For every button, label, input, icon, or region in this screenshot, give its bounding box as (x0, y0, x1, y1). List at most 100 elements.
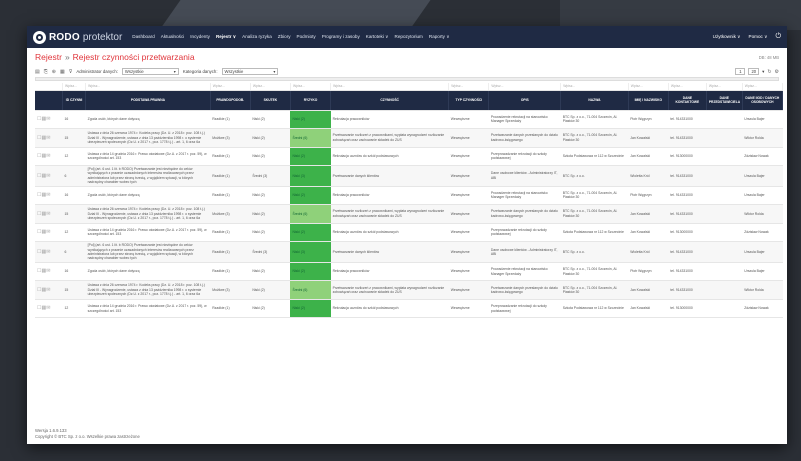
mail-icon[interactable]: ✉ (46, 305, 50, 311)
row-actions[interactable]: ☐▦✉ (35, 280, 63, 300)
mail-icon[interactable]: ✉ (46, 116, 50, 122)
cell-id: 16 (62, 110, 86, 129)
mail-icon[interactable]: ✉ (46, 229, 50, 235)
table-row[interactable]: ☐▦✉ 15 Ustawa z dnia 26 czerwca 1974 r. Ko… (35, 128, 783, 148)
column-header[interactable]: PODSTAWA PRAWNA (85, 90, 211, 111)
mail-icon[interactable]: ✉ (46, 153, 50, 159)
nav-item[interactable]: Incydenty (190, 34, 210, 40)
column-header[interactable]: PRAWDOPODOB. (210, 90, 251, 111)
mail-icon[interactable]: ✉ (46, 192, 50, 198)
table-row[interactable]: ☐▦✉ 6 [Pol] (art. 6 ust. 1 lit. b RODO) Pr… (35, 165, 783, 187)
column-header[interactable]: NAZWA (560, 90, 629, 111)
row-actions[interactable]: ☐▦✉ (35, 241, 63, 263)
row-actions[interactable]: ☐▦✉ (35, 110, 63, 129)
mail-icon[interactable]: ✉ (46, 249, 50, 255)
row-actions[interactable]: ☐▦✉ (35, 262, 63, 282)
category-select[interactable]: Wszystkie ▾ (221, 68, 279, 75)
nav-item[interactable]: Kartoteki ∨ (366, 34, 389, 40)
columns-icon[interactable]: ▤ (35, 69, 40, 75)
row-actions[interactable]: ☐▦✉ (35, 299, 63, 319)
nav-item[interactable]: Zbiory (278, 34, 291, 40)
user-menu[interactable]: Użytkownik ∨ (713, 34, 741, 40)
column-header[interactable]: DANE PRZEDSTAWICIELA (706, 90, 743, 111)
cell-id: 16 (62, 186, 86, 206)
xls-icon[interactable]: ⎘ (44, 69, 48, 75)
column-filter-input[interactable]: Wpisz... (210, 83, 251, 91)
nav-item[interactable]: Aktualności (161, 34, 185, 40)
table-row[interactable]: ☐▦✉ 16 Zgoda osób, których dane dotyczą Rza… (35, 186, 783, 206)
column-header[interactable]: IMIĘ I NAZWISKO (628, 90, 669, 111)
cell-desc: Prowadzenie rekrutacji na stanowisko Man… (488, 186, 561, 206)
row-actions[interactable]: ☐▦✉ (35, 186, 63, 206)
column-filter-input[interactable]: Wpisz... (706, 83, 743, 91)
cell-representative (706, 262, 743, 282)
table-row[interactable]: ☐▦✉ 12 Ustawa z dnia 14 grudnia 2016 r. Pr… (35, 299, 783, 319)
mail-icon[interactable]: ✉ (46, 287, 50, 293)
power-icon[interactable]: ⏻ (775, 33, 781, 41)
nav-item[interactable]: Podmioty (297, 34, 316, 40)
nav-item[interactable]: Repozytorium (395, 34, 423, 40)
table-row[interactable]: ☐▦✉ 16 Zgoda osób, których dane dotyczą Rza… (35, 110, 783, 129)
refresh-icon[interactable]: ↻ (767, 69, 771, 75)
table-row[interactable]: ☐▦✉ 16 Zgoda osób, których dane dotyczą Rza… (35, 262, 783, 282)
cell-id: 6 (62, 241, 86, 263)
column-filter-input[interactable] (35, 83, 63, 91)
column-header[interactable]: CZYNNOŚĆ (330, 90, 450, 111)
column-header[interactable]: DANE IIOD / DANYCH OSOBOWYCH (742, 90, 784, 111)
nav-item[interactable]: Analiza ryzyka (242, 34, 272, 40)
cell-id: 12 (62, 147, 86, 166)
column-header[interactable]: ID CZYNNI (62, 90, 87, 111)
cell-act: Przetwarzanie rozliczeń z pracownikami, … (330, 128, 449, 148)
table-row[interactable]: ☐▦✉ 12 Ustawa z dnia 14 grudnia 2016 r. Pr… (35, 223, 783, 243)
admin-select[interactable]: Wszystkie ▾ (121, 68, 179, 75)
nav-item[interactable]: Raporty ∨ (429, 34, 450, 40)
row-actions[interactable]: ☐▦✉ (35, 147, 63, 166)
table-row[interactable]: ☐▦✉ 12 Ustawa z dnia 14 grudnia 2016 r. Pr… (35, 147, 783, 166)
table-row[interactable]: ☐▦✉ 6 [Pol] (art. 6 ust. 1 lit. b RODO) Pr… (35, 241, 783, 263)
cell-act: Przetwarzanie danych klientów (330, 165, 449, 187)
table-row[interactable]: ☐▦✉ 15 Ustawa z dnia 26 czerwca 1974 r. Ko… (35, 280, 783, 300)
column-filter-input[interactable]: Wpisz... (488, 83, 562, 91)
mail-icon[interactable]: ✉ (46, 268, 50, 274)
column-filter-input[interactable]: Wpisz... (290, 83, 332, 91)
column-filter-input[interactable]: Wpisz... (668, 83, 707, 91)
settings-icon[interactable]: ⚙ (775, 69, 779, 75)
help-menu[interactable]: Pomoc ∨ (749, 34, 768, 40)
column-filter-input[interactable]: Wpisz... (62, 83, 87, 91)
filter-icon[interactable]: ⊽ (69, 69, 73, 75)
column-header[interactable]: DANE KONTAKTOWE (668, 90, 707, 111)
column-filter-input[interactable]: Wpisz... (448, 83, 490, 91)
column-header[interactable]: OPIS (488, 90, 562, 111)
nav-item[interactable]: Programy i zasoby (322, 34, 360, 40)
column-filter-input[interactable]: Wpisz... (742, 83, 784, 91)
horizontal-scrollbar[interactable] (35, 77, 779, 81)
row-actions[interactable]: ☐▦✉ (35, 128, 63, 148)
row-actions[interactable]: ☐▦✉ (35, 165, 63, 187)
grid-icon[interactable]: ▦ (60, 69, 65, 75)
column-header[interactable]: RYZYKO (290, 90, 332, 111)
column-filter-input[interactable]: Wpisz... (560, 83, 629, 91)
cell-id: 6 (62, 165, 86, 187)
column-filter-input[interactable]: Wpisz... (85, 83, 211, 91)
table-row[interactable]: ☐▦✉ 15 Ustawa z dnia 26 czerwca 1974 r. Ko… (35, 204, 783, 224)
nav-item[interactable]: Rejestr ∨ (216, 34, 236, 40)
page-number[interactable]: 1 (735, 68, 746, 75)
mail-icon[interactable]: ✉ (46, 211, 50, 217)
column-header[interactable]: TYP CZYNNOŚCI (448, 90, 490, 111)
column-filter-input[interactable]: Wpisz... (330, 83, 450, 91)
row-actions[interactable]: ☐▦✉ (35, 204, 63, 224)
app-logo[interactable]: RODO protektor (33, 30, 122, 44)
cell-basis: Ustawa z dnia 26 czerwca 1974 r. Kodeks … (85, 128, 211, 148)
nav-item[interactable]: Dashboard (132, 34, 154, 40)
mail-icon[interactable]: ✉ (46, 135, 50, 141)
add-icon[interactable]: ⊕ (52, 69, 56, 75)
mail-icon[interactable]: ✉ (46, 173, 50, 179)
column-header[interactable]: SKUTEK (250, 90, 291, 111)
column-filter-input[interactable]: Wpisz... (250, 83, 291, 91)
column-filter-input[interactable]: Wpisz... (628, 83, 669, 91)
row-actions[interactable]: ☐▦✉ (35, 223, 63, 243)
column-header[interactable] (35, 90, 63, 111)
cell-prob: Rzadkie (1) (210, 147, 251, 166)
breadcrumb-root[interactable]: Rejestr (35, 52, 62, 62)
per-page-select[interactable]: 20 (748, 68, 760, 75)
